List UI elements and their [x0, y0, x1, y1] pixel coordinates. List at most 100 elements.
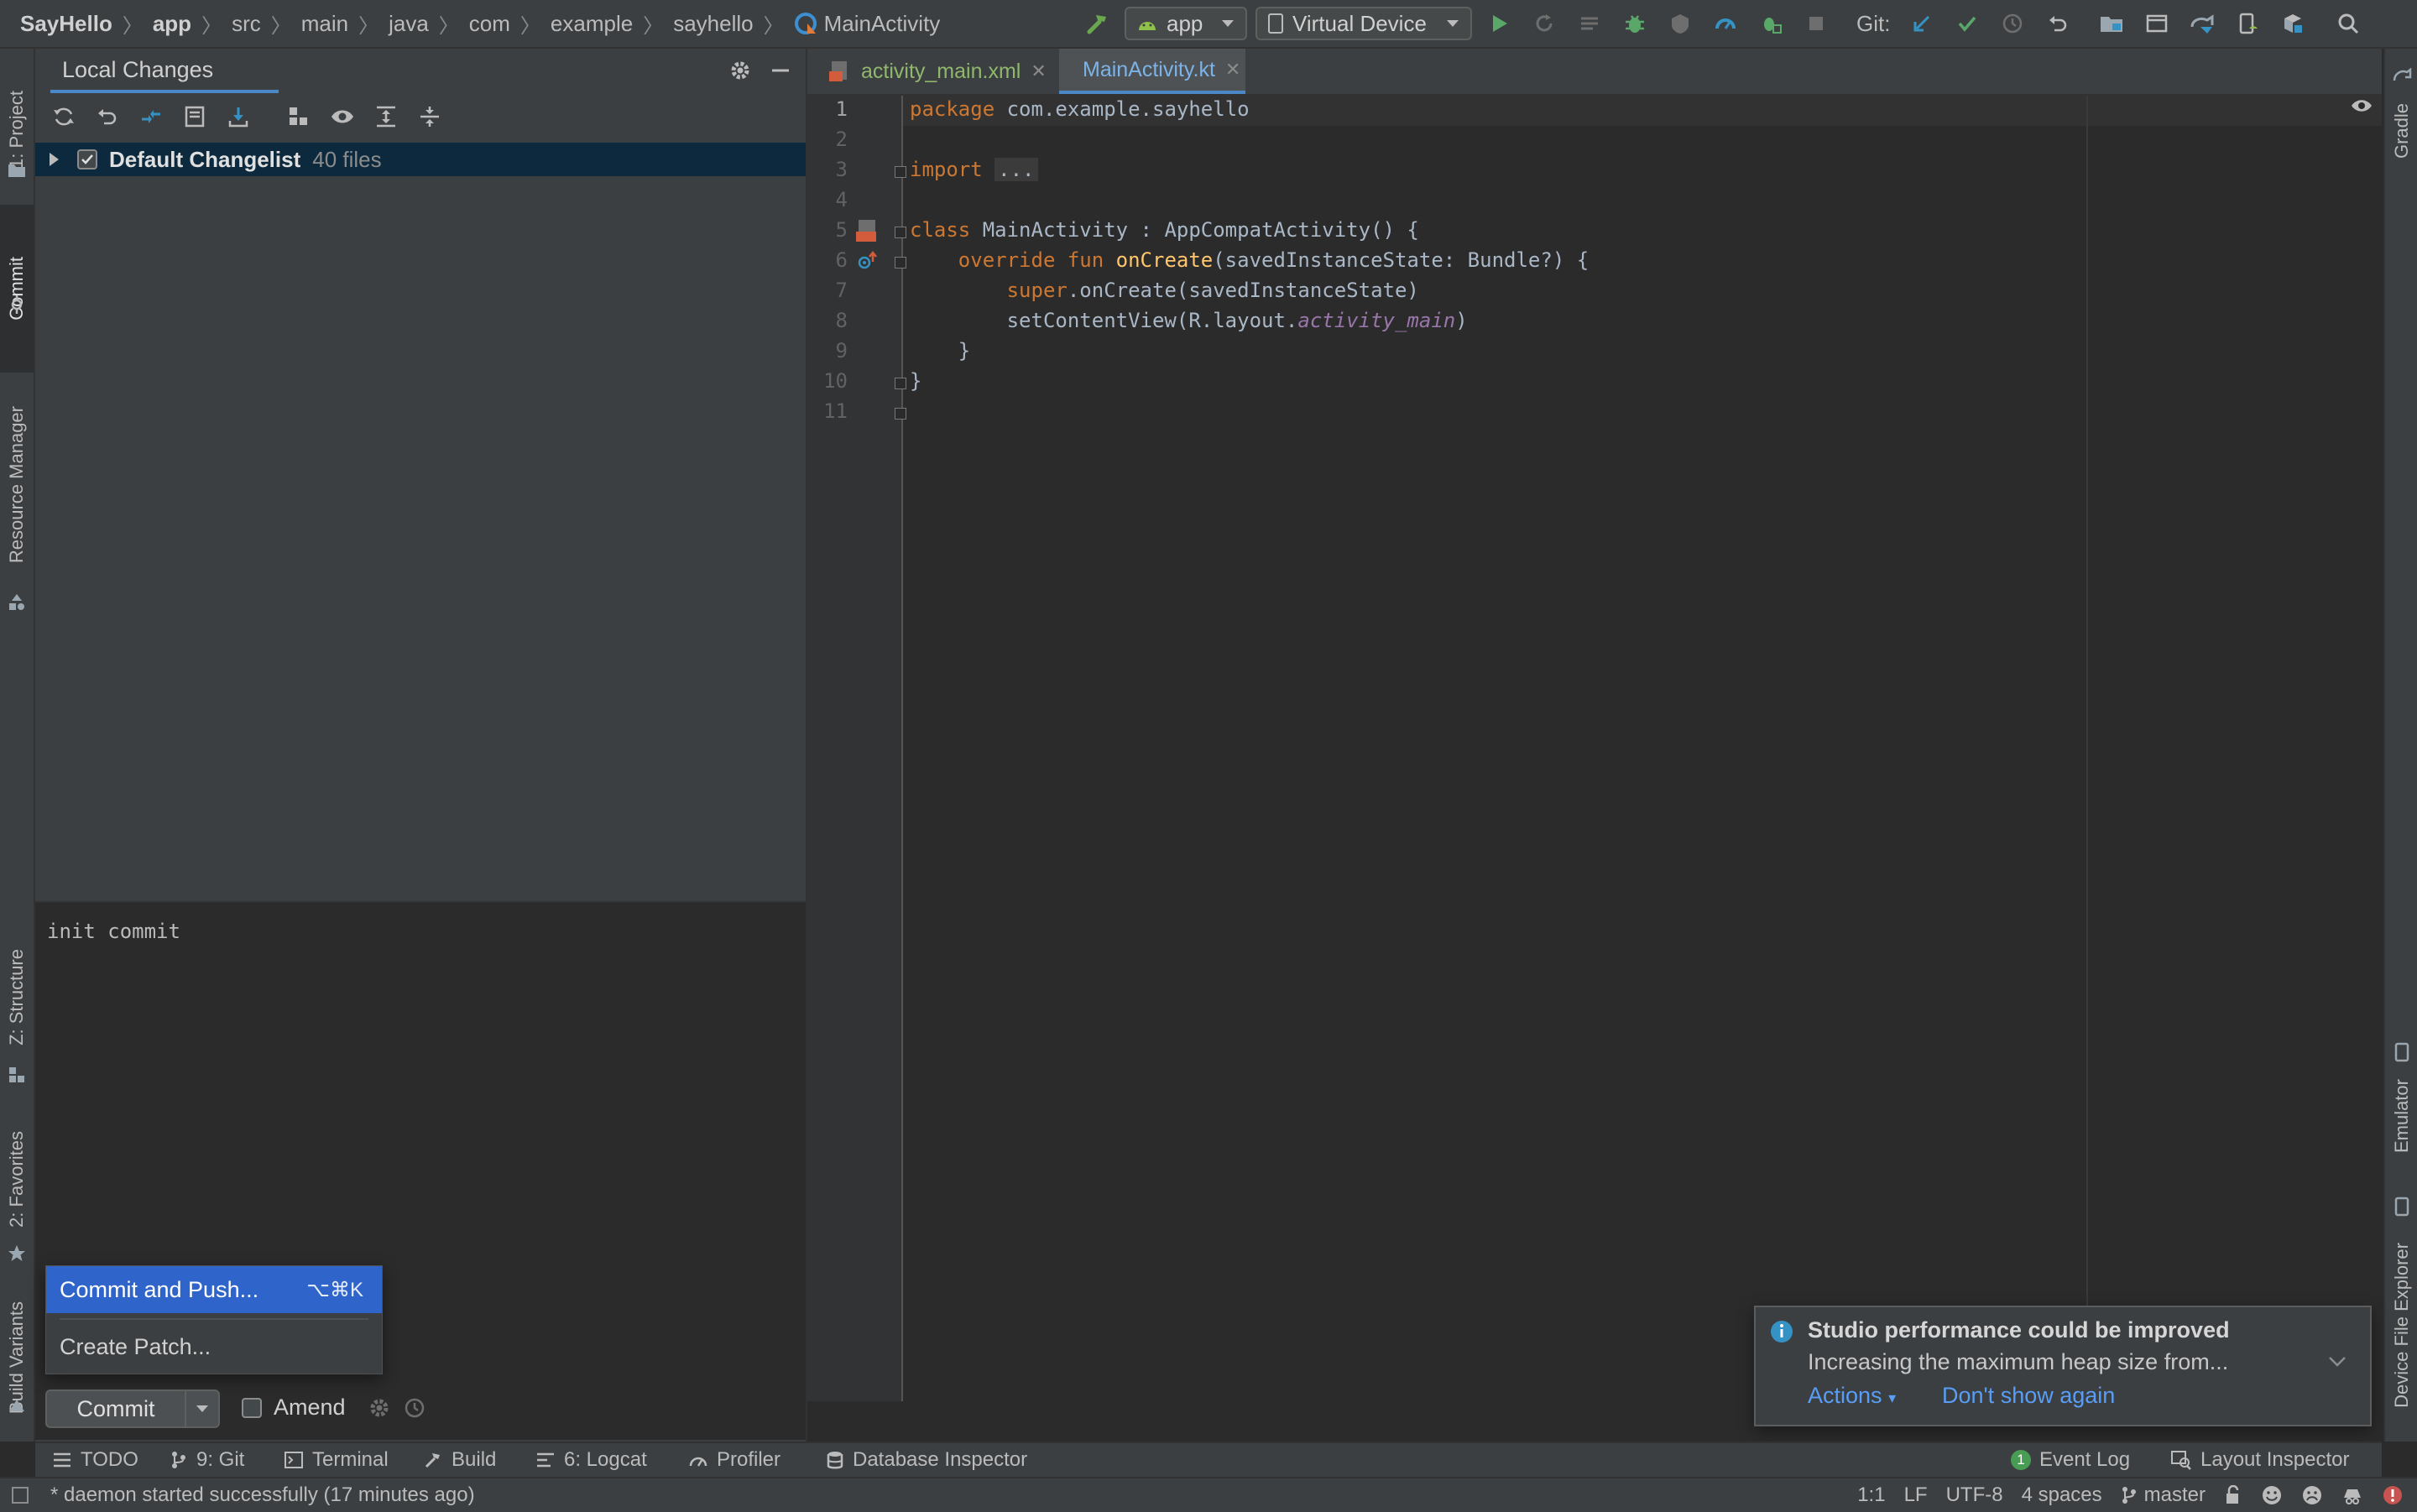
tool-tab-todo[interactable]: TODO	[52, 1443, 138, 1477]
coverage-icon[interactable]	[1662, 5, 1699, 42]
fold-marker[interactable]	[895, 166, 906, 178]
fold-marker[interactable]	[895, 378, 906, 389]
sync-gradle-icon[interactable]	[2184, 5, 2221, 42]
changelist-checkbox[interactable]	[77, 149, 97, 169]
tool-tab-favorites[interactable]: 2: Favorites	[0, 1108, 34, 1250]
expand-notification-icon[interactable]	[2326, 1354, 2348, 1369]
code-editor[interactable]: 1 2 3 4 5 6 7 8 9 10 11 package com.exam…	[807, 96, 2382, 1401]
breadcrumb-item[interactable]: main 〉	[301, 9, 389, 39]
apply-changes-icon[interactable]	[1526, 5, 1563, 42]
line-separator[interactable]: LF	[1904, 1483, 1928, 1507]
tab-activity-main-xml[interactable]: activity_main.xml ✕	[816, 49, 1068, 94]
breadcrumb-item[interactable]: example 〉	[551, 9, 673, 39]
caret-position[interactable]: 1:1	[1857, 1483, 1885, 1507]
shelve-icon[interactable]	[176, 98, 213, 135]
amend-checkbox-group[interactable]: Amend	[242, 1395, 426, 1421]
group-by-icon[interactable]	[280, 98, 317, 135]
rollback-icon[interactable]	[89, 98, 126, 135]
debug-icon[interactable]	[1616, 5, 1653, 42]
override-gutter-icon[interactable]	[856, 250, 878, 272]
file-encoding[interactable]: UTF-8	[1946, 1483, 2003, 1507]
project-structure-icon[interactable]	[2093, 5, 2130, 42]
fold-marker[interactable]	[895, 408, 906, 420]
fold-marker[interactable]	[895, 227, 906, 238]
tool-tab-structure[interactable]: Z: Structure	[0, 930, 34, 1064]
gear-icon[interactable]	[728, 59, 752, 82]
commit-history-icon[interactable]	[403, 1396, 426, 1420]
sdk-manager-icon[interactable]	[2138, 5, 2175, 42]
amend-checkbox[interactable]	[242, 1397, 262, 1418]
dont-show-again-link[interactable]: Don't show again	[1942, 1383, 2115, 1409]
tool-tab-terminal[interactable]: Terminal	[284, 1443, 389, 1477]
git-update-icon[interactable]	[1903, 5, 1940, 42]
refresh-icon[interactable]	[45, 98, 82, 135]
breadcrumb-item[interactable]: java 〉	[389, 9, 469, 39]
show-diff-icon[interactable]	[133, 98, 170, 135]
device-manager-icon[interactable]	[2274, 5, 2311, 42]
smiley-icon[interactable]	[2261, 1484, 2283, 1506]
notification-actions-link[interactable]: Actions ▾	[1808, 1383, 1896, 1409]
tool-tab-database-inspector[interactable]: Database Inspector	[826, 1443, 1027, 1477]
commit-options-gear-icon[interactable]	[368, 1396, 391, 1420]
error-indicator-icon[interactable]	[2382, 1484, 2404, 1506]
apply-code-changes-icon[interactable]	[1571, 5, 1608, 42]
tool-tab-build[interactable]: Build	[423, 1443, 496, 1477]
avd-manager-icon[interactable]	[2229, 5, 2266, 42]
breadcrumb-item[interactable]: com 〉	[469, 9, 551, 39]
activity-layout-gutter-icon[interactable]	[854, 218, 880, 243]
tool-tab-layout-inspector[interactable]: Layout Inspector	[2170, 1443, 2349, 1477]
tool-tab-emulator[interactable]: Emulator	[2385, 1066, 2417, 1166]
indent-setting[interactable]: 4 spaces	[2022, 1483, 2102, 1507]
tool-tab-resource-manager[interactable]: Resource Manager	[0, 384, 34, 586]
lock-icon[interactable]	[2224, 1485, 2242, 1505]
minimize-icon[interactable]	[769, 59, 792, 82]
collapse-all-icon[interactable]	[411, 98, 448, 135]
menu-item-commit-and-push[interactable]: Commit and Push... ⌥⌘K	[46, 1266, 382, 1313]
rollback-icon[interactable]	[2039, 5, 2076, 42]
profile-icon[interactable]	[1707, 5, 1744, 42]
tool-tab-project[interactable]: 1: Project	[0, 59, 34, 200]
inspector-hat-icon[interactable]	[2341, 1484, 2363, 1506]
breadcrumb-item[interactable]: MainActivity	[794, 11, 940, 37]
search-icon[interactable]	[2330, 5, 2367, 42]
stop-icon[interactable]	[1798, 5, 1835, 42]
expand-all-icon[interactable]	[368, 98, 405, 135]
tool-tab-event-log[interactable]: 1 Event Log	[2011, 1443, 2130, 1477]
breadcrumb-item[interactable]: app 〉	[153, 9, 232, 39]
menu-item-create-patch[interactable]: Create Patch...	[46, 1323, 382, 1370]
local-changes-tab[interactable]: Local Changes	[62, 57, 213, 83]
close-icon[interactable]: ✕	[1225, 59, 1240, 81]
breadcrumb-item[interactable]: src 〉	[232, 9, 301, 39]
tool-tab-profiler[interactable]: Profiler	[688, 1443, 780, 1477]
update-icon[interactable]	[220, 98, 257, 135]
git-commit-icon[interactable]	[1949, 5, 1986, 42]
breadcrumb-item[interactable]: sayhello 〉	[673, 9, 793, 39]
tool-tab-logcat[interactable]: 6: Logcat	[535, 1443, 647, 1477]
tool-tab-device-file-explorer[interactable]: Device File Explorer	[2385, 1220, 2417, 1430]
device-select[interactable]: Virtual Device	[1255, 7, 1472, 40]
tool-tab-gradle[interactable]: Gradle	[2385, 89, 2417, 173]
code-line: import ...	[910, 158, 1038, 181]
breadcrumb-item[interactable]: SayHello 〉	[20, 9, 153, 39]
fold-marker[interactable]	[895, 257, 906, 269]
tool-tab-commit[interactable]: Commit	[0, 205, 34, 373]
status-message[interactable]: * daemon started successfully (17 minute…	[50, 1483, 475, 1507]
expand-arrow-icon[interactable]	[45, 151, 62, 168]
close-icon[interactable]: ✕	[1031, 60, 1046, 82]
reader-mode-eye-icon[interactable]	[2350, 96, 2373, 116]
git-branch-widget[interactable]: master	[2121, 1483, 2206, 1507]
build-hammer-icon[interactable]	[1079, 5, 1116, 42]
eye-icon[interactable]	[324, 98, 361, 135]
commit-button[interactable]: Commit	[47, 1391, 186, 1426]
toggle-tool-windows-icon[interactable]	[10, 1485, 30, 1505]
history-icon[interactable]	[1994, 5, 2031, 42]
changelist-row[interactable]: Default Changelist 40 files	[35, 143, 806, 176]
commit-options-dropdown[interactable]	[186, 1391, 218, 1426]
run-configuration-select[interactable]: app	[1125, 7, 1247, 40]
attach-debugger-icon[interactable]	[1752, 5, 1789, 42]
sad-face-icon[interactable]	[2301, 1484, 2323, 1506]
tab-mainactivity-kt[interactable]: MainActivity.kt ✕	[1059, 49, 1245, 94]
run-icon[interactable]	[1480, 5, 1517, 42]
tool-tab-git[interactable]: 9: Git	[170, 1443, 244, 1477]
folded-imports[interactable]: ...	[994, 158, 1038, 181]
